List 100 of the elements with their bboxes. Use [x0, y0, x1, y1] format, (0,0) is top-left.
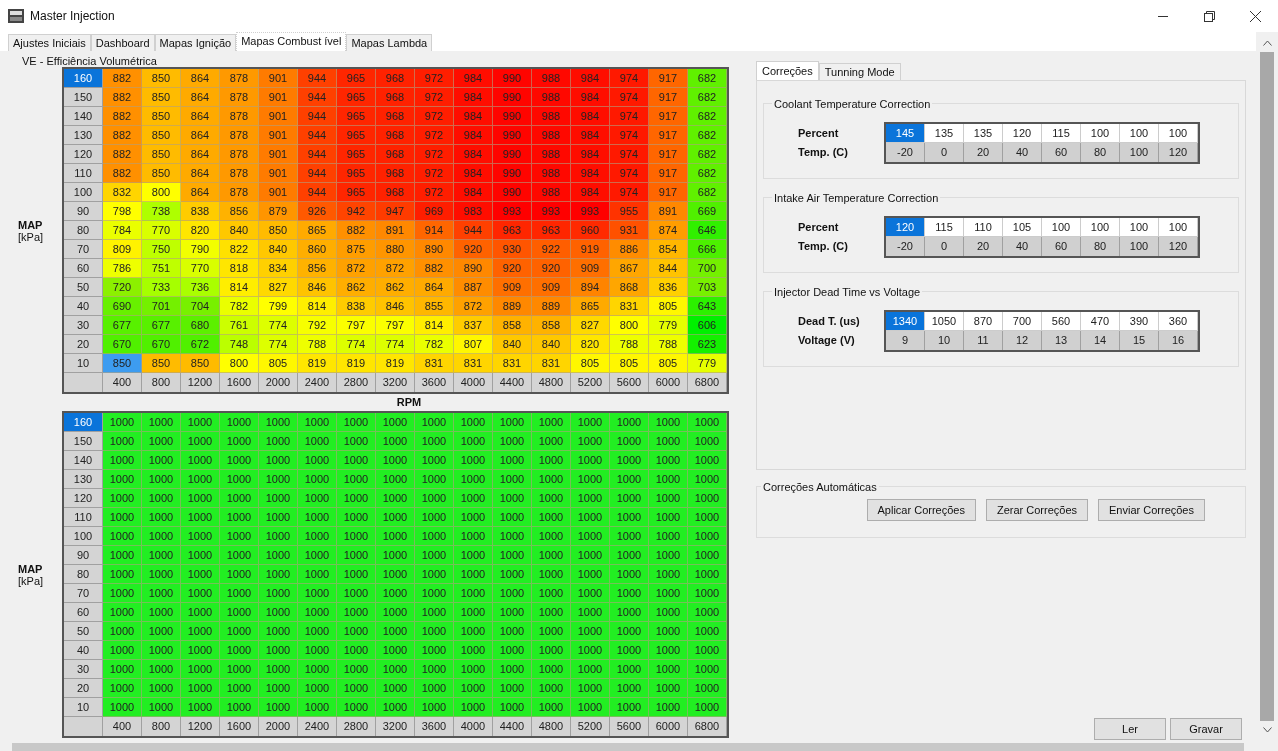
- table-cell[interactable]: 840: [532, 335, 571, 354]
- table-cell[interactable]: 868: [610, 278, 649, 297]
- table-cell[interactable]: 865: [298, 221, 337, 240]
- table-cell[interactable]: 1000: [298, 470, 337, 489]
- table-cell[interactable]: 1000: [142, 584, 181, 603]
- table-cell[interactable]: 774: [337, 335, 376, 354]
- table-cell[interactable]: 1000: [259, 660, 298, 679]
- table-cell[interactable]: 931: [610, 221, 649, 240]
- table-cell[interactable]: 1000: [298, 660, 337, 679]
- table-cell[interactable]: 1000: [298, 603, 337, 622]
- table-cell[interactable]: 917: [649, 164, 688, 183]
- table-cell[interactable]: 850: [142, 164, 181, 183]
- table-cell[interactable]: 770: [181, 259, 220, 278]
- table-cell[interactable]: 1000: [493, 451, 532, 470]
- table-cell[interactable]: 1000: [376, 470, 415, 489]
- table-cell[interactable]: 690: [103, 297, 142, 316]
- table-cell[interactable]: 831: [610, 297, 649, 316]
- table-cell[interactable]: 115: [1042, 124, 1081, 143]
- table-cell[interactable]: 917: [649, 145, 688, 164]
- table-cell[interactable]: 864: [181, 126, 220, 145]
- table-cell[interactable]: 1000: [259, 603, 298, 622]
- table-cell[interactable]: 1000: [337, 660, 376, 679]
- table-cell[interactable]: 1000: [415, 527, 454, 546]
- table-cell[interactable]: 1000: [337, 413, 376, 432]
- table-cell[interactable]: 963: [532, 221, 571, 240]
- scroll-down-icon[interactable]: [1262, 727, 1272, 733]
- table-cell[interactable]: 1000: [298, 584, 337, 603]
- table-cell[interactable]: 1000: [220, 489, 259, 508]
- table-cell[interactable]: 1000: [103, 508, 142, 527]
- table-cell[interactable]: 672: [181, 335, 220, 354]
- table-cell[interactable]: 968: [376, 164, 415, 183]
- table-cell[interactable]: 1000: [649, 584, 688, 603]
- table-cell[interactable]: 1000: [376, 679, 415, 698]
- table-cell[interactable]: 1000: [571, 679, 610, 698]
- table-cell[interactable]: 909: [493, 278, 532, 297]
- table-cell[interactable]: 1000: [142, 508, 181, 527]
- table-cell[interactable]: 1000: [103, 603, 142, 622]
- table-cell[interactable]: 1000: [610, 413, 649, 432]
- table-cell[interactable]: 1000: [181, 584, 220, 603]
- table-cell[interactable]: 120: [886, 218, 925, 237]
- table-cell[interactable]: 944: [298, 126, 337, 145]
- table-cell[interactable]: 1000: [532, 641, 571, 660]
- table-cell[interactable]: 1000: [181, 546, 220, 565]
- table-cell[interactable]: 846: [298, 278, 337, 297]
- table-cell[interactable]: 972: [415, 145, 454, 164]
- table-cell[interactable]: 887: [454, 278, 493, 297]
- table-cell[interactable]: 864: [181, 145, 220, 164]
- table-cell[interactable]: 1000: [454, 489, 493, 508]
- table-cell[interactable]: 1000: [259, 698, 298, 717]
- table-cell[interactable]: 944: [298, 164, 337, 183]
- table-cell[interactable]: 870: [964, 312, 1003, 331]
- table-cell[interactable]: 831: [415, 354, 454, 373]
- table-cell[interactable]: 984: [454, 145, 493, 164]
- table-cell[interactable]: 704: [181, 297, 220, 316]
- table-cell[interactable]: 872: [454, 297, 493, 316]
- table-cell[interactable]: 135: [964, 124, 1003, 143]
- table-cell[interactable]: 100: [1081, 124, 1120, 143]
- table-cell[interactable]: 1000: [571, 413, 610, 432]
- table-cell[interactable]: 984: [571, 164, 610, 183]
- table-cell[interactable]: 988: [532, 164, 571, 183]
- table-cell[interactable]: 968: [376, 126, 415, 145]
- table-cell[interactable]: 850: [142, 69, 181, 88]
- table-cell[interactable]: 1000: [493, 565, 532, 584]
- table-cell[interactable]: 1000: [493, 508, 532, 527]
- table-cell[interactable]: 909: [532, 278, 571, 297]
- table-cell[interactable]: 1000: [571, 508, 610, 527]
- table-cell[interactable]: 1000: [376, 508, 415, 527]
- table-cell[interactable]: 814: [220, 278, 259, 297]
- table-cell[interactable]: 1000: [493, 698, 532, 717]
- table-cell[interactable]: 1000: [376, 527, 415, 546]
- table-cell[interactable]: 1000: [532, 565, 571, 584]
- table-cell[interactable]: 1000: [532, 584, 571, 603]
- table-cell[interactable]: 1000: [181, 603, 220, 622]
- table-cell[interactable]: 761: [220, 316, 259, 335]
- table-cell[interactable]: 920: [493, 259, 532, 278]
- table-cell[interactable]: 1000: [571, 546, 610, 565]
- table-cell[interactable]: 1000: [142, 565, 181, 584]
- table-cell[interactable]: 917: [649, 183, 688, 202]
- table-cell[interactable]: 774: [376, 335, 415, 354]
- table-cell[interactable]: 984: [454, 183, 493, 202]
- table-cell[interactable]: 1000: [376, 546, 415, 565]
- table-cell[interactable]: 145: [886, 124, 925, 143]
- tab[interactable]: Ajustes Iniciais: [8, 34, 91, 51]
- table-cell[interactable]: 889: [532, 297, 571, 316]
- horizontal-scrollbar[interactable]: [12, 743, 1244, 751]
- table-cell[interactable]: 1000: [493, 603, 532, 622]
- table-cell[interactable]: 1000: [337, 508, 376, 527]
- table-cell[interactable]: 988: [532, 69, 571, 88]
- table-cell[interactable]: 901: [259, 126, 298, 145]
- table-cell[interactable]: 1000: [259, 413, 298, 432]
- table-cell[interactable]: 850: [103, 354, 142, 373]
- table-cell[interactable]: 855: [415, 297, 454, 316]
- table-cell[interactable]: 1000: [688, 413, 727, 432]
- table-cell[interactable]: 968: [376, 145, 415, 164]
- table-cell[interactable]: 1000: [142, 432, 181, 451]
- table-cell[interactable]: 965: [337, 145, 376, 164]
- table-cell[interactable]: 864: [415, 278, 454, 297]
- table-cell[interactable]: 965: [337, 164, 376, 183]
- table-cell[interactable]: 875: [337, 240, 376, 259]
- table-cell[interactable]: 1000: [103, 451, 142, 470]
